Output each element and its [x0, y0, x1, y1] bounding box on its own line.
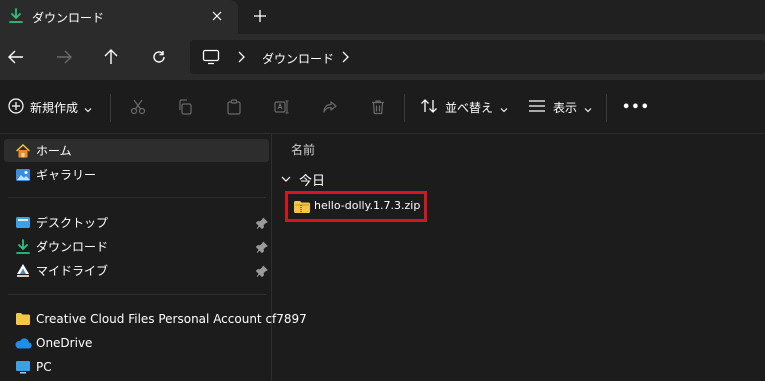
tab-title: ダウンロード	[32, 11, 105, 25]
view-button[interactable]: 表示	[528, 95, 592, 119]
sidebar-item-downloads[interactable]: ダウンロード	[4, 235, 269, 258]
sidebar-item-label: PC	[36, 359, 52, 374]
view-button-label: 表示	[553, 100, 578, 115]
sidebar-item-creative-cloud[interactable]: Creative Cloud Files Personal Account cf…	[4, 307, 307, 330]
toolbar-divider	[110, 94, 111, 122]
sidebar-item-desktop[interactable]: デスクトップ	[4, 211, 269, 234]
plus-circle-icon	[8, 97, 24, 117]
sidebar-item-label: Creative Cloud Files Personal Account cf…	[36, 311, 307, 326]
tab-downloads[interactable]: ダウンロード	[0, 0, 238, 34]
cut-icon[interactable]	[126, 95, 150, 119]
share-icon[interactable]	[318, 95, 342, 119]
plus-icon[interactable]	[248, 4, 272, 28]
group-label: 今日	[299, 173, 326, 189]
address-field[interactable]: ダウンロード	[190, 40, 765, 74]
download-icon	[8, 8, 24, 24]
chevron-down-icon	[584, 103, 592, 113]
breadcrumb[interactable]: ダウンロード	[262, 50, 334, 67]
pin-icon[interactable]	[255, 265, 268, 277]
refresh-icon[interactable]	[147, 45, 171, 69]
sidebar-item-gallery[interactable]: ギャラリー	[4, 163, 269, 186]
sort-button-label: 並べ替え	[445, 100, 494, 115]
pin-icon[interactable]	[255, 241, 268, 253]
sidebar-item-label: ホーム	[36, 144, 72, 158]
rename-icon[interactable]	[270, 95, 294, 119]
close-icon[interactable]	[206, 4, 228, 28]
chevron-down-icon	[500, 103, 508, 113]
sort-button[interactable]: 並べ替え	[420, 95, 508, 119]
gallery-icon	[14, 166, 32, 184]
up-arrow-icon[interactable]	[99, 45, 123, 69]
navigation-pane: ホーム ギャラリー デスクトップ ダウンロード マイドライブ Creative …	[0, 134, 307, 381]
sidebar-item-label: ギャラリー	[36, 168, 97, 182]
folder-icon	[14, 310, 32, 328]
sidebar-item-label: デスクトップ	[36, 216, 109, 230]
copy-icon[interactable]	[173, 95, 197, 119]
sidebar-divider	[8, 294, 266, 295]
sidebar-item-label: OneDrive	[36, 335, 93, 350]
chevron-down-icon	[281, 172, 291, 186]
forward-arrow-icon[interactable]	[52, 45, 76, 69]
back-arrow-icon[interactable]	[4, 45, 28, 69]
address-bar: ダウンロード	[0, 34, 765, 80]
group-header-today[interactable]: 今日	[281, 170, 326, 189]
pin-icon[interactable]	[255, 217, 268, 229]
drive-icon	[14, 262, 32, 280]
sidebar-divider	[8, 197, 266, 198]
tab-bar: ダウンロード	[0, 0, 765, 34]
command-bar: 新規作成 並べ替え 表示 •••	[0, 80, 765, 134]
chevron-right-icon[interactable]	[340, 51, 350, 63]
pc-icon	[202, 49, 220, 65]
sort-icon	[420, 98, 438, 117]
more-options-button[interactable]: •••	[622, 95, 650, 119]
file-name: hello-dolly.1.7.3.zip	[314, 199, 421, 212]
list-view-icon	[528, 99, 546, 116]
new-button-label: 新規作成	[30, 100, 79, 115]
sidebar-item-onedrive[interactable]: OneDrive	[4, 331, 269, 354]
chevron-down-icon	[84, 103, 92, 113]
column-header-name[interactable]: 名前	[291, 141, 315, 158]
sidebar-item-pc[interactable]: PC	[4, 355, 269, 378]
cloud-icon	[14, 334, 32, 352]
new-button[interactable]: 新規作成	[8, 95, 92, 119]
toolbar-divider	[606, 94, 607, 122]
sidebar-item-label: ダウンロード	[36, 240, 109, 254]
sidebar-item-mydrive[interactable]: マイドライブ	[4, 259, 269, 282]
pc-icon	[14, 358, 32, 376]
sidebar-item-home[interactable]: ホーム	[4, 139, 269, 162]
sidebar-item-label: マイドライブ	[36, 264, 109, 278]
paste-icon[interactable]	[222, 95, 246, 119]
toolbar-divider	[404, 94, 405, 122]
zip-folder-icon	[293, 200, 311, 214]
desktop-icon	[14, 214, 32, 232]
file-row[interactable]: hello-dolly.1.7.3.zip	[285, 191, 427, 222]
home-icon	[14, 142, 32, 160]
trash-icon[interactable]	[366, 95, 390, 119]
chevron-right-icon[interactable]	[236, 51, 246, 63]
download-icon	[14, 238, 32, 256]
more-icon: •••	[622, 99, 650, 115]
file-list-pane: 名前 今日 hello-dolly.1.7.3.zip	[273, 134, 765, 381]
